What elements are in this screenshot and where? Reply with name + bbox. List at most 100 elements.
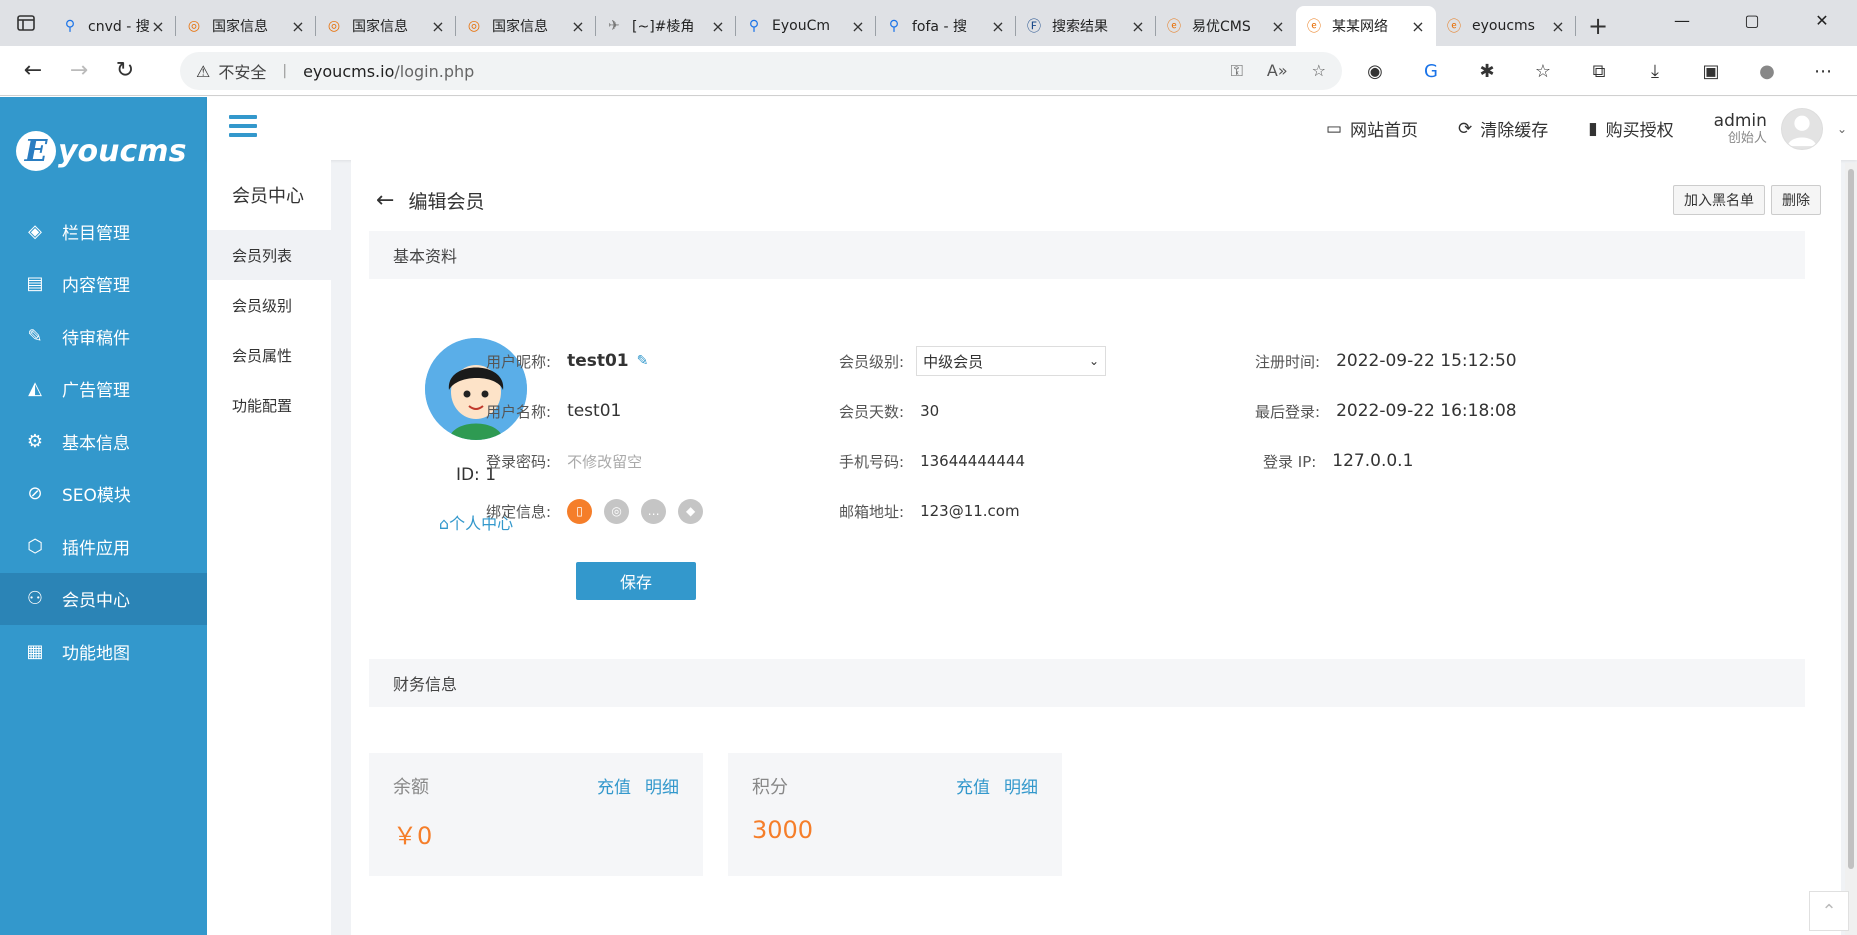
scrollbar-thumb[interactable] — [1848, 169, 1854, 869]
blacklist-button[interactable]: 加入黑名单 — [1673, 185, 1765, 215]
tab-title: cnvd - 搜 — [88, 19, 150, 35]
qq-bind-icon[interactable]: ◆ — [678, 498, 704, 524]
close-tab-icon[interactable]: × — [850, 17, 866, 36]
browser-tab[interactable]: Ⓕ 搜索结果 × — [1016, 6, 1156, 46]
forward-button[interactable]: → — [56, 51, 102, 91]
points-detail-link[interactable]: 明细 — [1004, 773, 1038, 798]
screenshot-icon[interactable]: ▣ — [1696, 56, 1726, 86]
save-button[interactable]: 保存 — [576, 562, 696, 600]
tab-actions-icon[interactable] — [0, 0, 52, 46]
url-path: /login.php — [394, 61, 475, 81]
reload-button[interactable]: ↻ — [102, 51, 148, 91]
mobile-bind-icon[interactable]: ▯ — [567, 498, 593, 524]
buy-license-link[interactable]: ▮ 购买授权 — [1588, 116, 1674, 142]
sidebar-item[interactable]: ⬡ 插件应用 — [0, 520, 207, 573]
close-tab-icon[interactable]: × — [1270, 17, 1286, 36]
e-icon: ⓔ — [1447, 19, 1461, 35]
sidebar-item-label: 栏目管理 — [62, 223, 130, 244]
sidebar-item-label: 内容管理 — [62, 276, 130, 297]
collections-icon[interactable]: ⧉ — [1584, 56, 1614, 86]
sidebar-item[interactable]: ▦ 功能地图 — [0, 625, 207, 678]
subnav-item[interactable]: 会员级别 — [207, 280, 331, 330]
user-menu[interactable]: admin 创始人 ⌄ — [1714, 107, 1847, 150]
extensions-puzzle-icon[interactable]: ✱ — [1472, 56, 1502, 86]
wechat-bind-icon[interactable]: ◎ — [604, 498, 630, 524]
sidebar-item-label: 基本信息 — [62, 433, 130, 454]
password-input[interactable]: 不修改留空 — [567, 451, 642, 472]
logo-letter: E — [16, 131, 56, 171]
close-window-button[interactable]: ✕ — [1787, 0, 1857, 40]
subnav-item[interactable]: 会员属性 — [207, 330, 331, 380]
sidebar-item[interactable]: ⚇ 会员中心 — [0, 572, 207, 625]
browser-tab[interactable]: ◎ 国家信息 × — [316, 6, 456, 46]
downloads-icon[interactable]: ⤓ — [1640, 56, 1670, 86]
subnav-item[interactable]: 会员列表 — [207, 230, 331, 280]
close-tab-icon[interactable]: × — [1550, 17, 1566, 36]
back-arrow-icon[interactable]: ← — [376, 188, 394, 213]
browser-tab[interactable]: ✈ [~]#棱角 × — [596, 6, 736, 46]
browser-tab[interactable]: ◎ 国家信息 × — [456, 6, 596, 46]
reg-time-label: 注册时间: — [1255, 352, 1321, 371]
avatar — [1780, 107, 1823, 150]
reg-time-field: 注册时间: 2022-09-22 15:12:50 — [1255, 348, 1517, 374]
close-tab-icon[interactable]: × — [430, 17, 446, 36]
close-tab-icon[interactable]: × — [290, 17, 306, 36]
more-icon[interactable]: ⋯ — [1808, 56, 1838, 86]
close-tab-icon[interactable]: × — [990, 17, 1006, 36]
back-to-top-icon[interactable]: ⌃ — [1809, 891, 1849, 931]
chat-bind-icon[interactable]: … — [641, 498, 667, 524]
balance-recharge-link[interactable]: 充值 — [597, 773, 631, 798]
translate-icon[interactable]: G — [1416, 56, 1446, 86]
address-bar[interactable]: ⚠ 不安全 | eyoucms.io/login.php ⚿ A» ☆ — [180, 52, 1342, 90]
tab-title: 国家信息 — [212, 19, 268, 35]
sidebar-item[interactable]: ▤ 内容管理 — [0, 258, 207, 311]
browser-tab[interactable]: ⓔ 易优CMS × — [1156, 6, 1296, 46]
browser-tab[interactable]: ⚲ EyouCm × — [736, 6, 876, 46]
points-recharge-link[interactable]: 充值 — [956, 773, 990, 798]
read-aloud-icon[interactable]: A» — [1267, 61, 1288, 81]
back-button[interactable]: ← — [10, 51, 56, 91]
scrollbar[interactable] — [1845, 163, 1857, 935]
key-icon[interactable]: ⚿ — [1231, 61, 1243, 81]
browser-tab[interactable]: ◎ 国家信息 × — [176, 6, 316, 46]
maximize-button[interactable]: ▢ — [1717, 0, 1787, 40]
sidebar-item[interactable]: ✎ 待审稿件 — [0, 310, 207, 363]
new-tab-button[interactable]: + — [1576, 6, 1620, 46]
close-tab-icon[interactable]: × — [710, 17, 726, 36]
logo[interactable]: E youcms — [0, 97, 207, 205]
edit-doc-icon: ✎ — [27, 325, 43, 347]
minimize-button[interactable]: — — [1647, 0, 1717, 40]
sidebar-item[interactable]: ◭ 广告管理 — [0, 363, 207, 416]
sidebar-item[interactable]: ⊘ SEO模块 — [0, 468, 207, 521]
delete-button[interactable]: 删除 — [1771, 185, 1821, 215]
divider: | — [282, 63, 288, 79]
clear-cache-link[interactable]: ⟳ 清除缓存 — [1458, 116, 1548, 142]
browser-tab[interactable]: ⚲ cnvd - 搜 × — [52, 6, 176, 46]
subnav-item[interactable]: 功能配置 — [207, 380, 331, 430]
tab-title: 易优CMS — [1192, 19, 1251, 35]
close-tab-icon[interactable]: × — [150, 17, 166, 36]
browser-tab[interactable]: ⚲ fofa - 搜 × — [876, 6, 1016, 46]
browser-tab[interactable]: ⓔ 某某网络 × — [1296, 6, 1436, 46]
url-text: eyoucms.io/login.php — [303, 62, 474, 81]
sidebar-item[interactable]: ◈ 栏目管理 — [0, 205, 207, 258]
close-tab-icon[interactable]: × — [1130, 17, 1146, 36]
site-home-link[interactable]: ▭ 网站首页 — [1326, 116, 1418, 142]
balance-detail-link[interactable]: 明细 — [645, 773, 679, 798]
extension-avatar-icon[interactable]: ◉ — [1360, 56, 1390, 86]
bookmark-icon: ▮ — [1588, 118, 1598, 139]
buy-license-label: 购买授权 — [1605, 121, 1674, 141]
sidebar-item[interactable]: ⚙ 基本信息 — [0, 415, 207, 468]
close-tab-icon[interactable]: × — [570, 17, 586, 36]
favorites-icon[interactable]: ☆ — [1528, 56, 1558, 86]
menu-toggle-icon[interactable] — [229, 115, 257, 139]
browser-tab[interactable]: ⓔ eyoucms × — [1436, 6, 1576, 46]
level-select[interactable]: 中级会员 ⌄ — [916, 346, 1107, 376]
edit-icon[interactable]: ✎ — [637, 353, 649, 369]
days-field: 会员天数: 30 — [839, 398, 939, 424]
layers-icon: ◈ — [28, 220, 42, 242]
nickname-label: 用户昵称: — [486, 352, 552, 371]
add-favorite-icon[interactable]: ☆ — [1312, 61, 1326, 81]
profile-icon[interactable]: ● — [1752, 56, 1782, 86]
close-tab-icon[interactable]: × — [1410, 17, 1426, 36]
